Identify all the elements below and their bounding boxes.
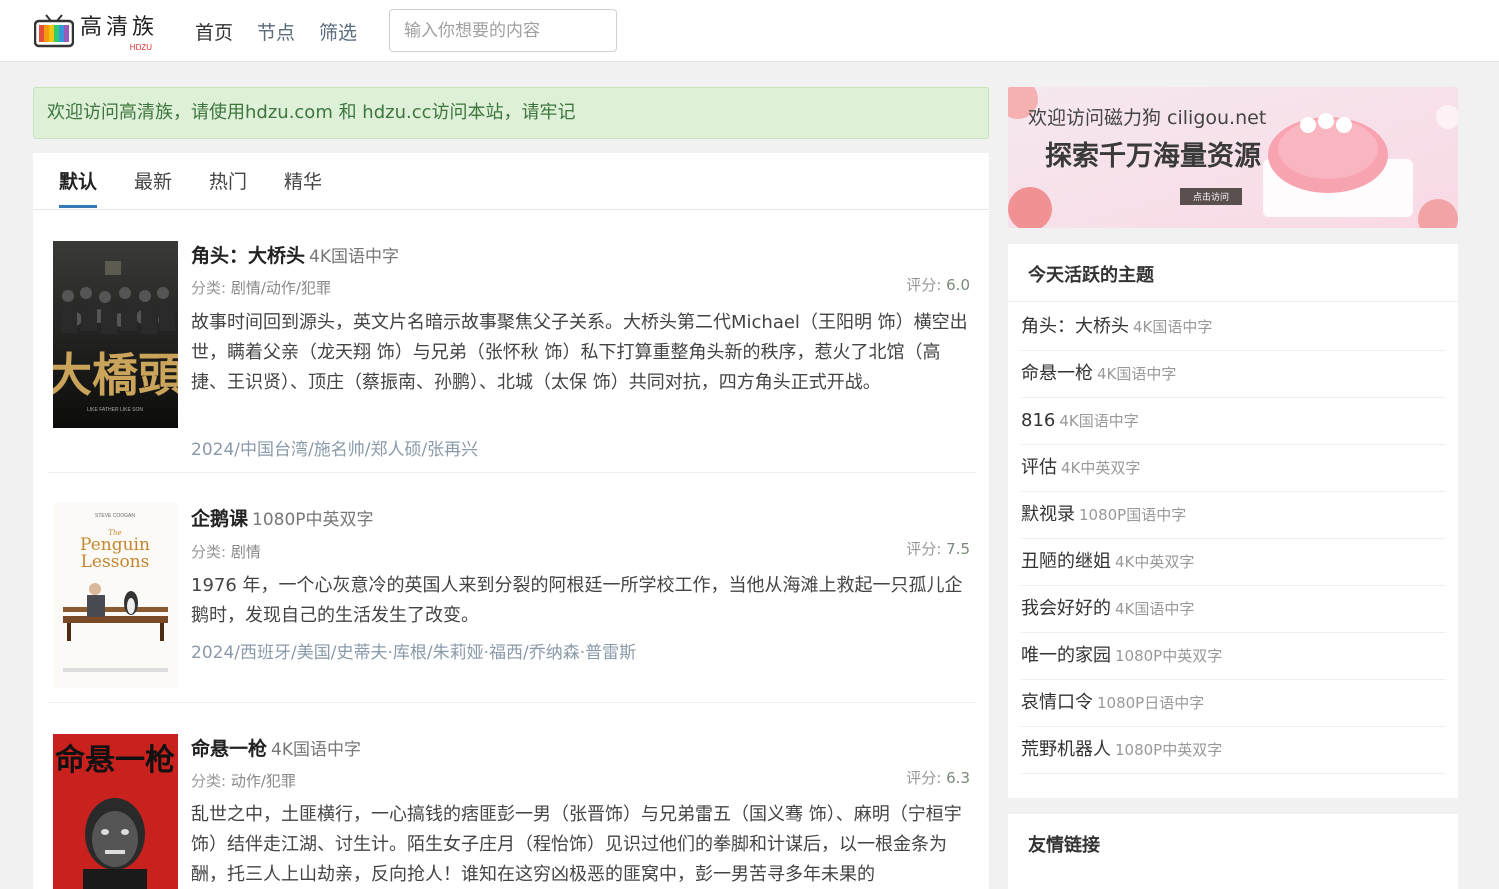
- list-item: 大橋頭 LIKE FATHER LIKE SON 角头：大桥头 4K国语中字 分类…: [48, 241, 976, 473]
- post-title[interactable]: 企鹅课: [191, 508, 248, 530]
- post-score: 评分: 7.5: [906, 540, 970, 558]
- site-logo[interactable]: 高清族 HDZU: [33, 9, 164, 53]
- sort-tabs: 默认 最新 热门 精华: [33, 153, 989, 210]
- logo-title: 高清族: [80, 15, 159, 40]
- tab-latest[interactable]: 最新: [134, 167, 172, 194]
- post-category: 分类: 剧情: [191, 543, 261, 561]
- post-list-panel: 默认 最新 热门 精华 大橋頭 LIKE FATHER LIKE SON 角头：…: [33, 153, 989, 889]
- topic-item[interactable]: 哀情口令 1080P日语中字: [1021, 680, 1445, 727]
- post-title[interactable]: 命悬一枪: [191, 738, 267, 760]
- poster-image[interactable]: 命悬一枪: [53, 734, 178, 889]
- ad-banner[interactable]: 欢迎访问磁力狗 ciligou.net 探索千万海量资源 点击访问: [1008, 87, 1458, 228]
- active-tab-indicator: [59, 205, 97, 208]
- list-item: STEVE COOGAN The Penguin Lessons 企鹅课 1080…: [48, 503, 976, 703]
- post-quality: 4K国语中字: [309, 247, 399, 267]
- topic-item[interactable]: 丑陋的继姐 4K中英双字: [1021, 539, 1445, 586]
- topic-item[interactable]: 命悬一枪 4K国语中字: [1021, 351, 1445, 398]
- topic-item[interactable]: 荒野机器人 1080P中英双字: [1021, 727, 1445, 774]
- sidebox-title: 今天活跃的主题: [1028, 265, 1154, 286]
- poster-title-text: 大橋頭: [53, 348, 178, 402]
- tab-hot[interactable]: 热门: [209, 167, 247, 194]
- tv-logo-icon: [33, 14, 75, 48]
- topic-item[interactable]: 默视录 1080P国语中字: [1021, 492, 1445, 539]
- tab-featured[interactable]: 精华: [284, 167, 322, 194]
- poster-subtitle-text: LIKE FATHER LIKE SON: [87, 407, 143, 413]
- list-item: 命悬一枪 命悬一枪 4K国语中字 分类: 动作/犯罪 评分: 6.3 乱世之中，土…: [48, 734, 976, 889]
- post-meta: 2024/中国台湾/施名帅/郑人硕/张再兴: [191, 440, 479, 460]
- post-description: 故事时间回到源头，英文片名暗示故事聚焦父子关系。大桥头第二代Michael（王阳…: [191, 312, 968, 393]
- logo-subtitle: HDZU: [129, 43, 153, 52]
- topic-item[interactable]: 唯一的家园 1080P中英双字: [1021, 633, 1445, 680]
- topic-item[interactable]: 816 4K国语中字: [1021, 398, 1445, 445]
- post-score: 评分: 6.3: [906, 769, 970, 787]
- nav-filter[interactable]: 筛选: [319, 18, 357, 45]
- topic-item[interactable]: 评估 4K中英双字: [1021, 445, 1445, 492]
- poster-title-text: 命悬一枪: [55, 743, 175, 778]
- post-quality: 4K国语中字: [271, 740, 361, 760]
- post-meta: 2024/西班牙/美国/史蒂夫·库根/朱莉娅·福西/乔纳森·普雷斯: [191, 643, 637, 663]
- friendly-links-box: 友情链接: [1008, 814, 1458, 889]
- post-score: 评分: 6.0: [906, 276, 970, 294]
- post-description: 乱世之中，土匪横行，一心搞钱的痞匪彭一男（张晋饰）与兄弟雷五（国义骞 饰）、麻明…: [191, 804, 962, 885]
- poster-subtitle-text: STEVE COOGAN: [95, 513, 135, 519]
- post-category: 分类: 动作/犯罪: [191, 772, 296, 790]
- post-category: 分类: 剧情/动作/犯罪: [191, 279, 331, 297]
- ad-line-1: 欢迎访问磁力狗 ciligou.net: [1028, 107, 1266, 129]
- notice-banner: 欢迎访问高清族，请使用hdzu.com 和 hdzu.cc访问本站，请牢记: [33, 87, 989, 139]
- links-title: 友情链接: [1028, 835, 1100, 856]
- main-nav: 首页 节点 筛选: [195, 18, 357, 45]
- post-title[interactable]: 角头：大桥头: [191, 245, 305, 267]
- tab-default[interactable]: 默认: [59, 167, 97, 194]
- topic-item[interactable]: 角头：大桥头 4K国语中字: [1021, 304, 1445, 351]
- top-header: 高清族 HDZU 首页 节点 筛选: [0, 0, 1499, 62]
- topic-item[interactable]: 我会好好的 4K国语中字: [1021, 586, 1445, 633]
- ad-button: 点击访问: [1193, 191, 1229, 203]
- search-input[interactable]: [389, 9, 617, 52]
- active-topics-box: 今天活跃的主题 角头：大桥头 4K国语中字 命悬一枪 4K国语中字 816 4K国语中…: [1008, 244, 1458, 798]
- post-quality: 1080P中英双字: [252, 510, 374, 530]
- poster-image[interactable]: STEVE COOGAN The Penguin Lessons: [53, 503, 178, 688]
- post-description: 1976 年，一个心灰意冷的英国人来到分裂的阿根廷一所学校工作，当他从海滩上救起…: [191, 575, 963, 626]
- nav-nodes[interactable]: 节点: [257, 18, 295, 45]
- ad-line-2: 探索千万海量资源: [1045, 141, 1261, 172]
- poster-image[interactable]: 大橋頭 LIKE FATHER LIKE SON: [53, 241, 178, 428]
- svg-text:Lessons: Lessons: [81, 552, 150, 572]
- nav-home[interactable]: 首页: [195, 18, 233, 45]
